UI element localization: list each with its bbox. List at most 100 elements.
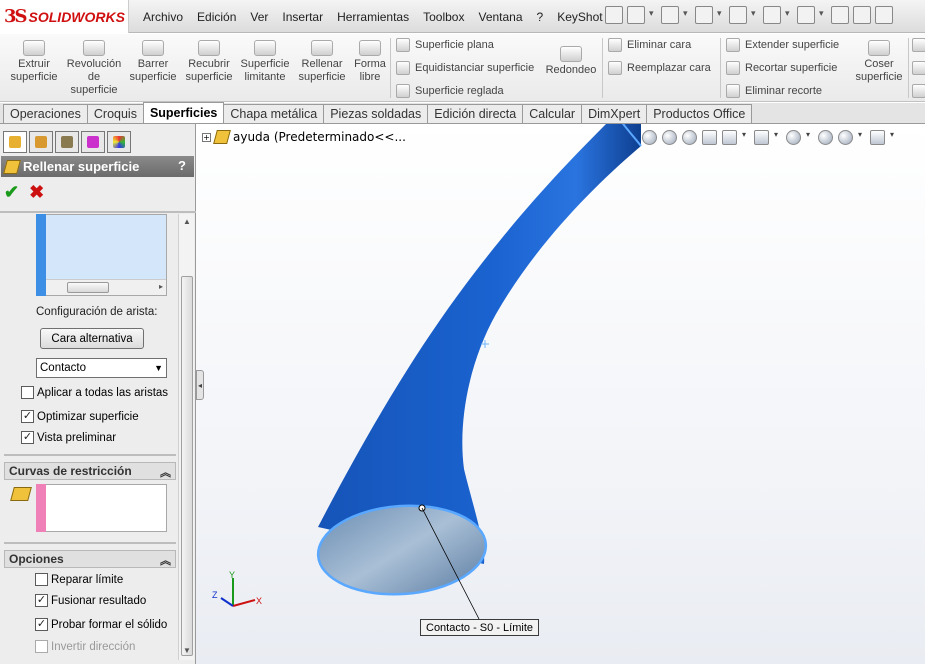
tab-operaciones[interactable]: Operaciones <box>3 104 88 123</box>
contact-callout[interactable]: Contacto - S0 - Límite <box>420 619 539 636</box>
alternate-face-button[interactable]: Cara alternativa <box>40 328 144 349</box>
section-view-icon[interactable] <box>702 130 717 145</box>
tab-productos-office[interactable]: Productos Office <box>646 104 753 123</box>
previous-view-icon[interactable] <box>682 130 697 145</box>
tab-piezas-soldadas[interactable]: Piezas soldadas <box>323 104 429 123</box>
dropdown-icon[interactable] <box>785 6 793 24</box>
repair-boundary-checkbox[interactable]: Reparar límite <box>35 573 123 586</box>
expand-icon[interactable]: + <box>202 132 211 142</box>
scroll-right-icon[interactable]: ▸ <box>159 282 163 291</box>
revolve-surface-button[interactable]: Revolución de superficie <box>64 40 124 97</box>
delete-face-button[interactable]: Eliminar cara <box>608 38 691 52</box>
hide-show-icon[interactable] <box>786 130 801 145</box>
menu-toolbox[interactable]: Toolbox <box>416 10 471 24</box>
property-manager-tab-icon[interactable] <box>29 131 53 153</box>
trim-surface-button[interactable]: Recortar superficie <box>726 61 837 75</box>
constraint-curves-list[interactable] <box>36 484 167 532</box>
checkbox-box[interactable]: ✓ <box>21 431 34 444</box>
menu-edicion[interactable]: Edición <box>190 10 243 24</box>
open-folder-icon[interactable] <box>661 6 679 24</box>
curvature-control-select[interactable]: Contacto ▼ <box>36 358 167 378</box>
menu-help[interactable]: ? <box>530 10 551 24</box>
checkbox-box[interactable]: ✓ <box>35 594 48 607</box>
offset-surface-button[interactable]: Equidistanciar superficie <box>396 61 534 75</box>
dropdown-icon[interactable] <box>751 6 759 24</box>
menu-archivo[interactable]: Archivo <box>136 10 190 24</box>
solidworks-logo[interactable]: 3S SOLIDWORKS <box>0 0 129 33</box>
optimize-surface-checkbox[interactable]: ✓ Optimizar superficie <box>21 410 139 423</box>
boundary-surface-button[interactable]: Superficie limitante <box>238 40 292 84</box>
tab-superficies[interactable]: Superficies <box>142 102 225 123</box>
panel-vertical-scrollbar[interactable]: ▲ ▼ <box>178 214 194 660</box>
dropdown-icon[interactable] <box>683 6 691 24</box>
tab-croquis[interactable]: Croquis <box>86 104 144 123</box>
checkbox-box[interactable]: ✓ <box>35 618 48 631</box>
selection-area[interactable] <box>37 215 166 279</box>
options-header[interactable]: Opciones ︽ <box>4 550 176 568</box>
configuration-manager-tab-icon[interactable] <box>55 131 79 153</box>
display-manager-tab-icon[interactable] <box>107 131 131 153</box>
dropdown-icon[interactable]: ▾ <box>742 130 749 145</box>
pin-icon[interactable] <box>605 6 623 24</box>
save-icon[interactable] <box>695 6 713 24</box>
file-properties-icon[interactable] <box>853 6 871 24</box>
apply-all-edges-checkbox[interactable]: Aplicar a todas las aristas <box>21 386 168 399</box>
ok-button[interactable]: ✔ <box>4 182 19 203</box>
checkbox-box[interactable] <box>21 386 34 399</box>
fill-surface-button[interactable]: Rellenar superficie <box>295 40 349 84</box>
scroll-thumb[interactable] <box>67 282 109 293</box>
scroll-down-icon[interactable]: ▼ <box>181 646 193 658</box>
menu-insertar[interactable]: Insertar <box>275 10 330 24</box>
appearance-icon[interactable] <box>818 130 833 145</box>
try-form-solid-checkbox[interactable]: ✓ Probar formar el sólido <box>35 618 167 631</box>
scene-icon[interactable] <box>838 130 853 145</box>
more-tools-icon[interactable] <box>912 61 925 75</box>
dropdown-icon[interactable]: ▾ <box>890 130 897 145</box>
tab-dimxpert[interactable]: DimXpert <box>581 104 648 123</box>
tube-surface[interactable] <box>318 124 641 564</box>
dropdown-icon[interactable] <box>649 6 657 24</box>
more-tools-icon[interactable] <box>912 84 925 98</box>
fillet-button[interactable]: Redondeo <box>542 40 600 77</box>
print-icon[interactable] <box>729 6 747 24</box>
menu-ver[interactable]: Ver <box>243 10 275 24</box>
dropdown-icon[interactable]: ▾ <box>774 130 781 145</box>
feature-manager-tab-icon[interactable] <box>3 131 27 153</box>
options-gear-icon[interactable] <box>875 6 893 24</box>
planar-surface-button[interactable]: Superficie plana <box>396 38 494 52</box>
ruled-surface-button[interactable]: Superficie reglada <box>396 84 504 98</box>
display-style-icon[interactable] <box>754 130 769 145</box>
dropdown-icon[interactable]: ▾ <box>806 130 813 145</box>
knit-surface-button[interactable]: Coser superficie <box>852 40 906 84</box>
tab-calcular[interactable]: Calcular <box>522 104 583 123</box>
preview-checkbox[interactable]: ✓ Vista preliminar <box>21 431 116 444</box>
select-arrow-icon[interactable] <box>797 6 815 24</box>
replace-face-button[interactable]: Reemplazar cara <box>608 61 711 75</box>
rebuild-icon[interactable] <box>831 6 849 24</box>
horizontal-scrollbar[interactable]: ◂ ▸ <box>37 279 166 295</box>
help-button[interactable]: ? <box>178 158 186 173</box>
untrim-surface-button[interactable]: Eliminar recorte <box>726 84 822 98</box>
zoom-to-fit-icon[interactable] <box>642 130 657 145</box>
tab-edicion-directa[interactable]: Edición directa <box>427 104 524 123</box>
new-document-icon[interactable] <box>627 6 645 24</box>
view-orientation-icon[interactable] <box>722 130 737 145</box>
menu-herramientas[interactable]: Herramientas <box>330 10 416 24</box>
sweep-surface-button[interactable]: Barrer superficie <box>127 40 179 84</box>
constraint-curves-header[interactable]: Curvas de restricción ︽ <box>4 462 176 480</box>
patch-boundary-list[interactable]: ◂ ▸ <box>36 214 167 296</box>
menu-ventana[interactable]: Ventana <box>471 10 529 24</box>
dropdown-icon[interactable] <box>717 6 725 24</box>
view-settings-icon[interactable] <box>870 130 885 145</box>
extend-surface-button[interactable]: Extender superficie <box>726 38 839 52</box>
undo-icon[interactable] <box>763 6 781 24</box>
checkbox-box[interactable]: ✓ <box>21 410 34 423</box>
surface-model[interactable] <box>196 124 925 664</box>
dropdown-icon[interactable] <box>819 6 827 24</box>
more-tools-icon[interactable] <box>912 38 925 52</box>
dropdown-icon[interactable]: ▾ <box>858 130 865 145</box>
collapse-chevron-icon[interactable]: ︽ <box>160 464 171 480</box>
loft-surface-button[interactable]: Recubrir superficie <box>182 40 236 84</box>
cancel-button[interactable]: ✖ <box>29 182 44 203</box>
dimxpert-tab-icon[interactable] <box>81 131 105 153</box>
